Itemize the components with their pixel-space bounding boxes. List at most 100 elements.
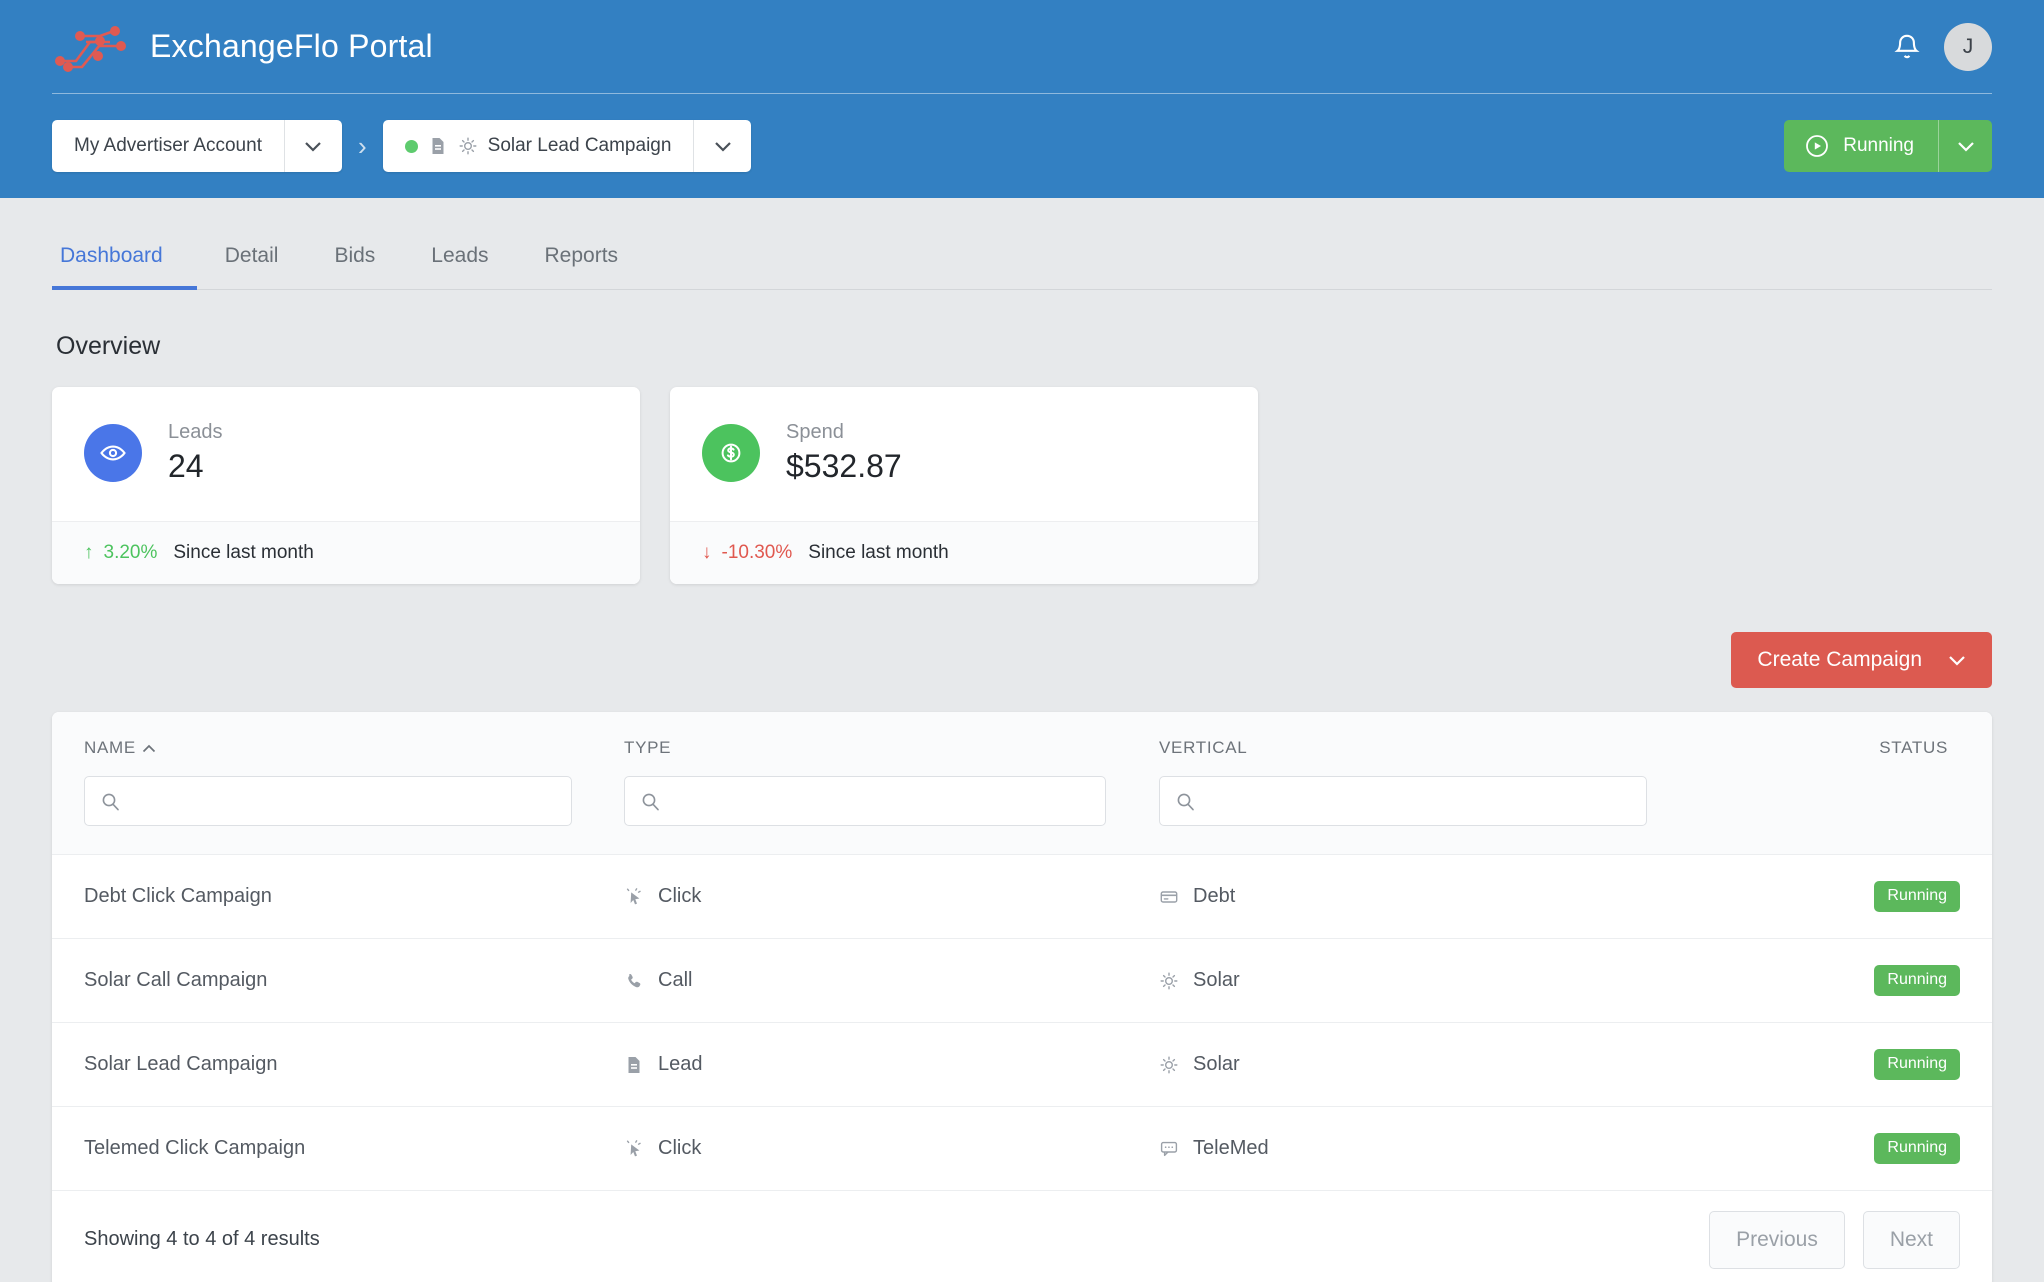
column-name: NAME <box>84 738 624 826</box>
metric-card-spend-text: Spend $532.87 <box>786 421 902 485</box>
next-page-button[interactable]: Next <box>1862 1210 1960 1269</box>
cell-vertical: Debt <box>1159 885 1759 908</box>
search-icon <box>642 793 659 810</box>
campaign-selector-caret[interactable] <box>693 120 751 172</box>
column-vertical: VERTICAL <box>1159 738 1759 826</box>
column-header-status[interactable]: STATUS <box>1759 738 1960 758</box>
column-type: TYPE <box>624 738 1159 826</box>
table-footer: Showing 4 to 4 of 4 results Previous Nex… <box>52 1190 1992 1282</box>
search-input-type[interactable] <box>624 776 1106 826</box>
cell-status: Running <box>1759 965 1960 996</box>
account-selector-label: My Advertiser Account <box>74 135 262 156</box>
trend-down-arrow-icon: ↓ <box>702 542 712 563</box>
eye-icon <box>100 445 126 461</box>
status-badge: Running <box>1874 1049 1960 1080</box>
search-icon <box>102 793 119 810</box>
dollar-icon-badge <box>702 424 760 482</box>
metric-card-spend-footer: ↓ -10.30% Since last month <box>670 521 1258 584</box>
chevron-down-icon <box>715 141 731 152</box>
column-header-status-label: STATUS <box>1879 738 1948 757</box>
cell-type: Click <box>624 1137 1159 1160</box>
account-selector-caret[interactable] <box>283 120 342 172</box>
tab-bar: Dashboard Detail Bids Leads Reports <box>52 198 1992 290</box>
bell-icon[interactable] <box>1892 31 1922 63</box>
cell-name: Solar Call Campaign <box>84 969 268 991</box>
brand[interactable]: ExchangeFlo Portal <box>52 22 433 72</box>
chevron-down-icon[interactable] <box>1948 655 1966 666</box>
column-header-type[interactable]: TYPE <box>624 738 1159 758</box>
create-campaign-button[interactable]: Create Campaign <box>1731 632 1992 688</box>
green-dot-icon <box>404 139 418 153</box>
sun-icon <box>459 137 477 155</box>
status-badge: Running <box>1874 1133 1960 1164</box>
avatar[interactable]: J <box>1944 22 1992 71</box>
cell-vertical: TeleMed <box>1159 1137 1759 1160</box>
eye-icon-badge <box>84 424 142 482</box>
column-header-type-label: TYPE <box>624 738 672 757</box>
column-header-name[interactable]: NAME <box>84 738 624 758</box>
campaign-status-button[interactable]: Running <box>1784 120 1992 172</box>
cell-vertical: Solar <box>1159 969 1759 992</box>
trend-value: -10.30% <box>721 542 793 563</box>
search-input-vertical[interactable] <box>1159 776 1647 826</box>
status-badge: Running <box>1874 965 1960 996</box>
account-selector[interactable]: My Advertiser Account <box>52 120 342 172</box>
previous-page-button[interactable]: Previous <box>1709 1210 1845 1269</box>
search-icon <box>1177 793 1194 810</box>
tab-dashboard[interactable]: Dashboard <box>52 228 197 290</box>
tab-detail[interactable]: Detail <box>197 228 307 290</box>
cell-vertical-label: Solar <box>1193 1053 1240 1075</box>
campaign-selector[interactable]: Solar Lead Campaign <box>382 120 752 172</box>
cell-name: Debt Click Campaign <box>84 885 272 907</box>
document-icon <box>628 1056 640 1073</box>
campaign-selector-label: Solar Lead Campaign <box>487 135 672 156</box>
search-input-name[interactable] <box>84 776 572 826</box>
cell-status: Running <box>1759 1049 1960 1080</box>
create-campaign-label: Create Campaign <box>1757 648 1922 671</box>
chevron-down-icon <box>305 141 322 152</box>
cell-status: Running <box>1759 881 1960 912</box>
campaign-selector-label-wrap: Solar Lead Campaign <box>383 120 694 172</box>
status-badge: Running <box>1874 881 1960 912</box>
campaigns-table: NAME TYPE VERTICAL STATUS Debt Click Cam… <box>52 712 1992 1282</box>
avatar-initial: J <box>1962 34 1974 58</box>
chat-bubble-icon <box>1160 1141 1178 1156</box>
sun-icon <box>1160 1056 1178 1073</box>
tabs-container: Dashboard Detail Bids Leads Reports <box>0 198 2044 290</box>
cell-vertical-label: Solar <box>1193 969 1240 991</box>
pagination: Previous Next <box>1709 1210 1960 1269</box>
account-selector-label-wrap: My Advertiser Account <box>52 120 284 172</box>
table-row[interactable]: Telemed Click Campaign Click TeleMed Run… <box>52 1106 1992 1190</box>
cell-status: Running <box>1759 1133 1960 1164</box>
overview-cards: Leads 24 ↑ 3.20% Since last month Spend … <box>52 387 1992 584</box>
credit-card-icon <box>1160 890 1178 903</box>
table-row[interactable]: Solar Call Campaign Call Solar Running <box>52 938 1992 1022</box>
cell-vertical: Solar <box>1159 1053 1759 1076</box>
table-header: NAME TYPE VERTICAL STATUS <box>52 712 1992 854</box>
column-header-vertical[interactable]: VERTICAL <box>1159 738 1759 758</box>
tab-reports[interactable]: Reports <box>517 228 647 290</box>
table-row[interactable]: Solar Lead Campaign Lead Solar Running <box>52 1022 1992 1106</box>
header-actions: J <box>1892 22 1992 71</box>
table-row[interactable]: Debt Click Campaign Click Debt Running <box>52 854 1992 938</box>
metric-value: 24 <box>168 448 204 484</box>
cursor-click-icon <box>626 1139 641 1156</box>
campaign-status-main[interactable]: Running <box>1784 120 1938 172</box>
create-campaign-row: Create Campaign <box>52 632 1992 688</box>
table-header-row: NAME TYPE VERTICAL STATUS <box>84 738 1960 826</box>
column-status: STATUS <box>1759 738 1960 776</box>
metric-card-leads-body: Leads 24 <box>52 387 640 521</box>
trend-up-arrow-icon: ↑ <box>84 542 94 563</box>
metric-value: $532.87 <box>786 448 902 484</box>
breadcrumb-separator: › <box>357 130 367 161</box>
tab-leads[interactable]: Leads <box>403 228 516 290</box>
play-circle-icon <box>1806 135 1829 157</box>
metric-label: Spend <box>786 421 844 443</box>
results-count: Showing 4 to 4 of 4 results <box>84 1228 320 1250</box>
tab-bids[interactable]: Bids <box>306 228 403 290</box>
cell-name: Solar Lead Campaign <box>84 1053 278 1075</box>
campaign-status-caret[interactable] <box>1938 120 1992 172</box>
cell-name: Telemed Click Campaign <box>84 1137 306 1159</box>
cell-vertical-label: TeleMed <box>1193 1137 1269 1159</box>
app-header: ExchangeFlo Portal J My Advertiser Accou… <box>0 0 2044 198</box>
